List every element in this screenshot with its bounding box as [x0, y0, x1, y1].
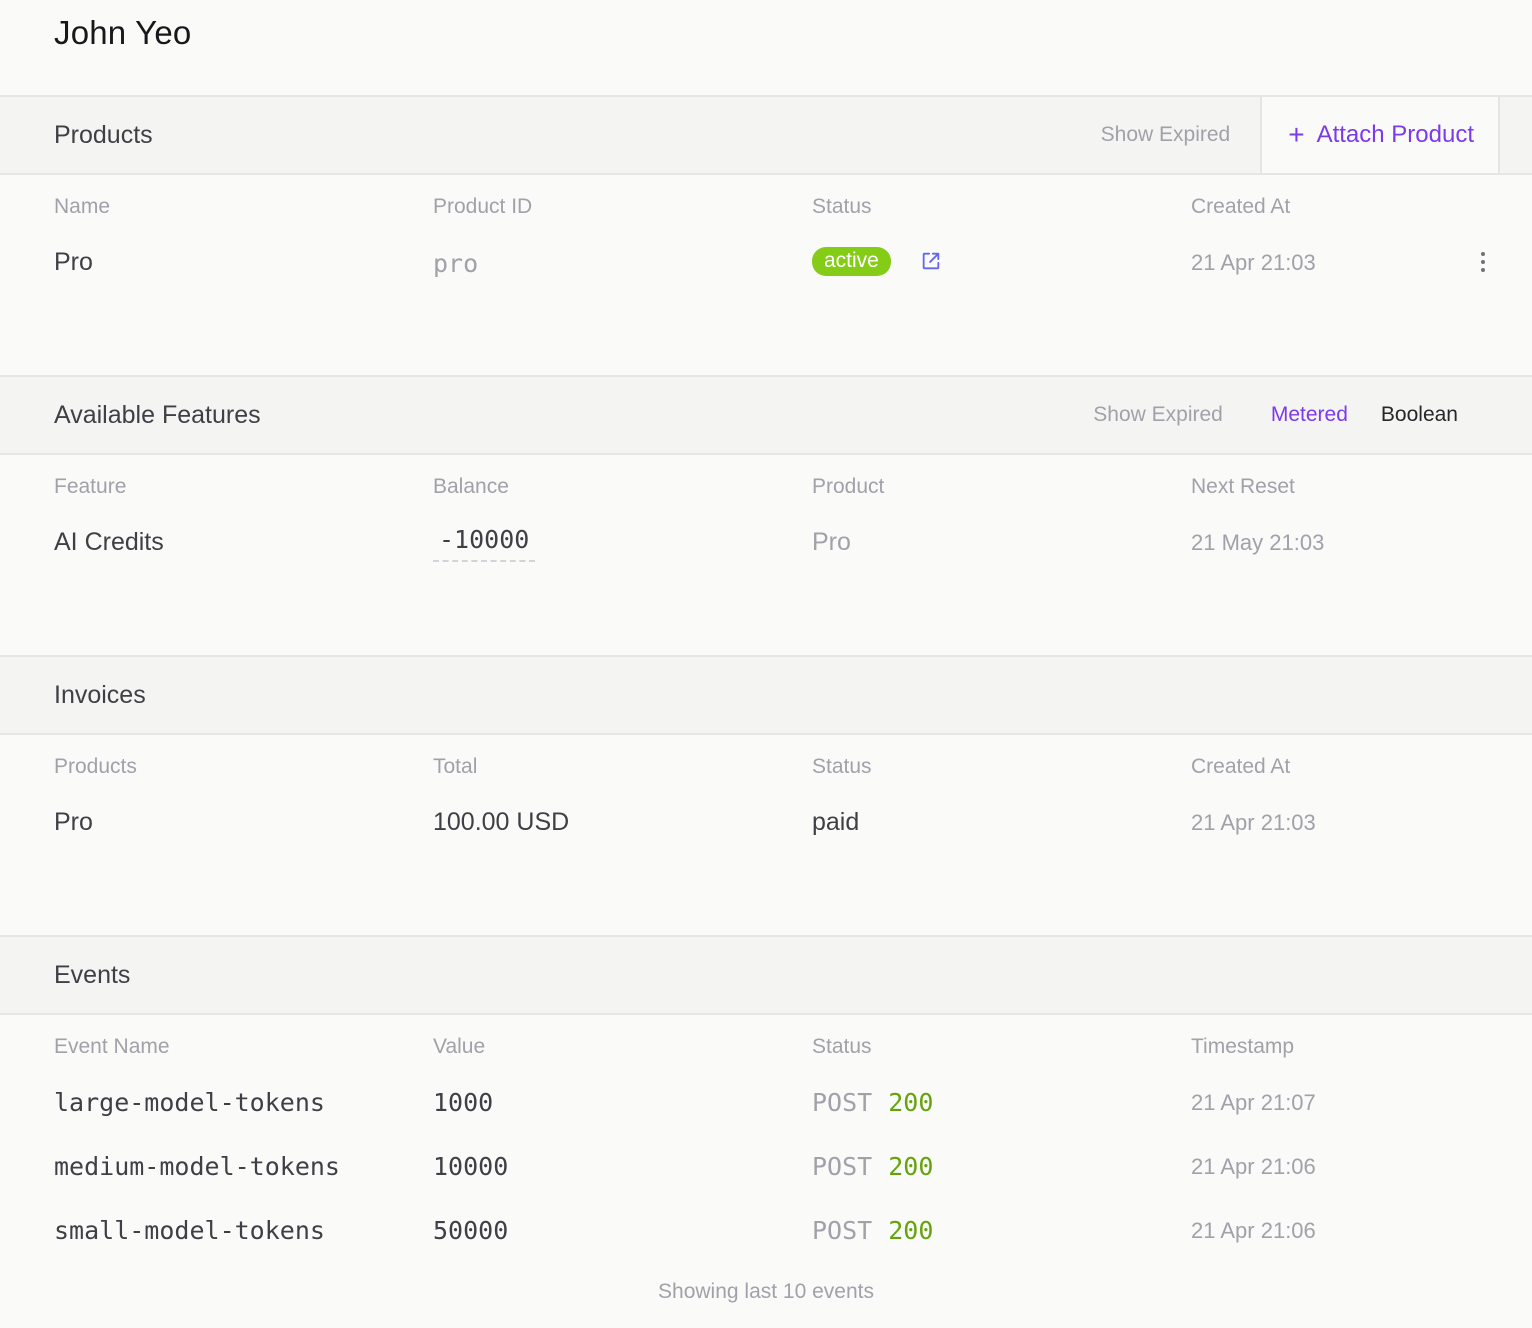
event-status-code: 200	[888, 1216, 934, 1245]
column-header-product: Product	[812, 475, 885, 498]
event-value: 1000	[433, 1088, 494, 1117]
features-actions: Show Expired Metered Boolean	[1093, 377, 1532, 453]
status-badge-label: active	[812, 247, 891, 276]
event-status: POST 200	[812, 1152, 933, 1181]
column-header-value: Value	[433, 1035, 486, 1058]
invoices-title: Invoices	[54, 680, 146, 709]
events-title: Events	[54, 960, 131, 989]
balance-editor[interactable]: -10000	[433, 525, 536, 562]
event-timestamp: 21 Apr 21:06	[1191, 1154, 1316, 1179]
tab-boolean[interactable]: Boolean	[1381, 377, 1458, 453]
event-name: large-model-tokens	[54, 1088, 325, 1117]
events-table: Event Name Value Status Timestamp large-…	[0, 1015, 1532, 1328]
column-header-invoice-status: Status	[812, 755, 872, 778]
attach-product-label: Attach Product	[1316, 121, 1474, 148]
features-title: Available Features	[54, 400, 261, 429]
column-header-feature: Feature	[54, 475, 127, 498]
column-header-product-id: Product ID	[433, 195, 533, 218]
products-section-header: Products Show Expired + Attach Product	[0, 95, 1532, 175]
column-header-invoice-created-at: Created At	[1191, 755, 1291, 778]
event-method: POST	[812, 1088, 873, 1117]
products-table: Name Product ID Status Created At Pro pr…	[0, 175, 1532, 375]
external-link-icon[interactable]	[920, 250, 942, 272]
feature-name: AI Credits	[54, 528, 164, 556]
products-title: Products	[54, 120, 153, 149]
column-header-balance: Balance	[433, 475, 509, 498]
column-header-timestamp: Timestamp	[1191, 1035, 1295, 1058]
show-expired-features-toggle[interactable]: Show Expired	[1093, 377, 1223, 453]
events-footer-note: Showing last 10 events	[658, 1280, 874, 1303]
invoice-total: 100.00 USD	[433, 808, 570, 836]
invoices-section-header: Invoices	[0, 655, 1532, 735]
event-timestamp: 21 Apr 21:07	[1191, 1090, 1316, 1115]
invoices-table: Products Total Status Created At Pro 100…	[0, 735, 1532, 935]
column-header-next-reset: Next Reset	[1191, 475, 1295, 498]
attach-product-button[interactable]: + Attach Product	[1260, 97, 1500, 173]
events-section-header: Events	[0, 935, 1532, 1015]
event-status: POST 200	[812, 1216, 933, 1245]
column-header-created-at: Created At	[1191, 195, 1291, 218]
feature-product: Pro	[812, 528, 851, 556]
column-header-products: Products	[54, 755, 137, 778]
invoice-status: paid	[812, 808, 860, 836]
kebab-menu-icon[interactable]	[1474, 249, 1492, 275]
product-name[interactable]: Pro	[54, 248, 93, 277]
event-method: POST	[812, 1216, 873, 1245]
event-value: 10000	[433, 1152, 509, 1181]
event-name: small-model-tokens	[54, 1216, 325, 1245]
tab-metered[interactable]: Metered	[1271, 377, 1348, 453]
plus-icon: +	[1288, 119, 1305, 150]
column-header-event-name: Event Name	[54, 1035, 170, 1058]
product-created-at: 21 Apr 21:03	[1191, 250, 1316, 275]
feature-next-reset: 21 May 21:03	[1191, 530, 1325, 555]
invoice-created-at: 21 Apr 21:03	[1191, 810, 1316, 835]
event-status-code: 200	[888, 1152, 934, 1181]
column-header-total: Total	[433, 755, 478, 778]
balance-value[interactable]: -10000	[433, 525, 536, 562]
features-section-header: Available Features Show Expired Metered …	[0, 375, 1532, 455]
features-table: Feature Balance Product Next Reset AI Cr…	[0, 455, 1532, 655]
customer-page: John Yeo Products Show Expired + Attach …	[0, 0, 1532, 1328]
status-badge: active	[812, 247, 891, 276]
customer-header: John Yeo	[0, 0, 1532, 95]
event-value: 50000	[433, 1216, 509, 1245]
products-actions: Show Expired + Attach Product	[1101, 97, 1532, 173]
column-header-name: Name	[54, 195, 111, 218]
show-expired-products-toggle[interactable]: Show Expired	[1101, 97, 1231, 173]
event-status-code: 200	[888, 1088, 934, 1117]
event-timestamp: 21 Apr 21:06	[1191, 1218, 1316, 1243]
column-header-event-status: Status	[812, 1035, 872, 1058]
product-id: pro	[433, 249, 479, 278]
event-status: POST 200	[812, 1088, 933, 1117]
column-header-status: Status	[812, 195, 872, 218]
event-method: POST	[812, 1152, 873, 1181]
invoice-products[interactable]: Pro	[54, 808, 93, 837]
customer-name: John Yeo	[54, 14, 192, 51]
event-name: medium-model-tokens	[54, 1152, 340, 1181]
